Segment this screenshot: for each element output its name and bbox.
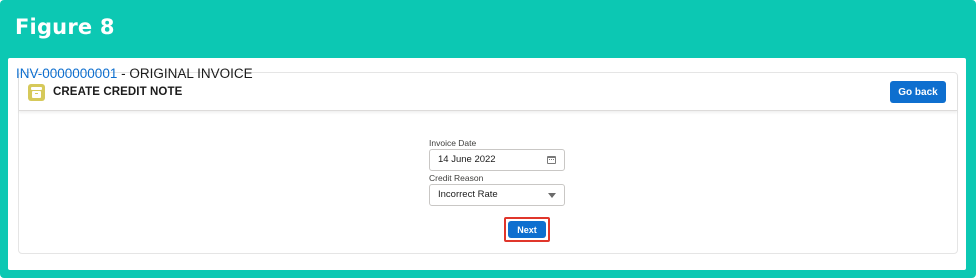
- page-title: CREATE CREDIT NOTE: [53, 86, 183, 98]
- invoice-number-link[interactable]: INV-0000000001: [16, 66, 117, 81]
- invoice-date-field[interactable]: 14 June 2022: [429, 149, 565, 171]
- calendar-icon[interactable]: [547, 156, 556, 164]
- invoice-date-value: 14 June 2022: [438, 154, 496, 165]
- go-back-button[interactable]: Go back: [890, 81, 946, 103]
- next-button-highlight: Next: [504, 217, 550, 242]
- credit-reason-value: Incorrect Rate: [438, 189, 498, 200]
- next-button[interactable]: Next: [508, 221, 546, 238]
- figure-title: Figure 8: [15, 15, 115, 39]
- invoice-description: ORIGINAL INVOICE: [129, 66, 253, 81]
- invoice-date-label: Invoice Date: [429, 138, 477, 148]
- credit-reason-label: Credit Reason: [429, 173, 484, 183]
- invoice-separator: -: [117, 66, 130, 81]
- archive-box-icon: [28, 84, 45, 101]
- figure-frame: Figure 8 CREATE CREDIT NOTE Go back INV-…: [0, 0, 976, 278]
- chevron-down-icon[interactable]: [548, 193, 556, 198]
- credit-reason-select[interactable]: Incorrect Rate: [429, 184, 565, 206]
- invoice-heading: INV-0000000001 - ORIGINAL INVOICE: [16, 66, 253, 81]
